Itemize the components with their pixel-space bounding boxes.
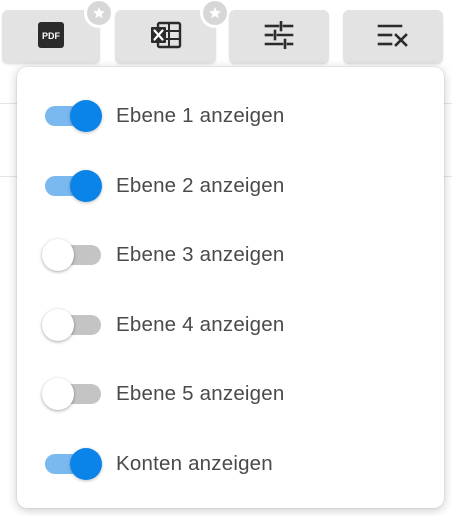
excel-icon: [149, 21, 183, 54]
toggle-row-konten[interactable]: Konten anzeigen: [17, 444, 444, 484]
favorite-badge[interactable]: [84, 0, 114, 28]
toggle-row-ebene-5[interactable]: Ebene 5 anzeigen: [17, 374, 444, 414]
toolbar: PDF: [0, 0, 452, 66]
ebene-1-toggle[interactable]: [42, 100, 102, 132]
star-icon: [209, 7, 221, 19]
favorite-badge[interactable]: [200, 0, 230, 28]
sliders-icon: [263, 20, 295, 54]
pdf-icon: PDF: [37, 21, 65, 54]
ebene-4-toggle[interactable]: [42, 309, 102, 341]
toggle-row-ebene-3[interactable]: Ebene 3 anzeigen: [17, 235, 444, 275]
toggle-label: Ebene 5 anzeigen: [116, 382, 285, 405]
ebene-3-toggle[interactable]: [42, 239, 102, 271]
toggle-label: Konten anzeigen: [116, 452, 273, 475]
filter-settings-button[interactable]: [229, 10, 329, 64]
pdf-icon-text: PDF: [42, 31, 61, 41]
toggle-row-ebene-1[interactable]: Ebene 1 anzeigen: [17, 96, 444, 136]
layer-visibility-dropdown: Ebene 1 anzeigen Ebene 2 anzeigen Ebene …: [17, 67, 444, 508]
toggle-row-ebene-2[interactable]: Ebene 2 anzeigen: [17, 166, 444, 206]
ebene-2-toggle[interactable]: [42, 170, 102, 202]
ebene-5-toggle[interactable]: [42, 378, 102, 410]
toggle-label: Ebene 4 anzeigen: [116, 313, 285, 336]
toggle-row-ebene-4[interactable]: Ebene 4 anzeigen: [17, 305, 444, 345]
excel-export-button[interactable]: [115, 0, 230, 64]
toggle-label: Ebene 1 anzeigen: [116, 104, 285, 127]
layer-options-button[interactable]: [343, 10, 443, 64]
konten-toggle[interactable]: [42, 448, 102, 480]
checklist-icon: [376, 21, 410, 54]
star-icon: [93, 7, 105, 19]
toggle-label: Ebene 2 anzeigen: [116, 174, 285, 197]
toggle-label: Ebene 3 anzeigen: [116, 243, 285, 266]
pdf-export-button[interactable]: PDF: [2, 0, 114, 64]
